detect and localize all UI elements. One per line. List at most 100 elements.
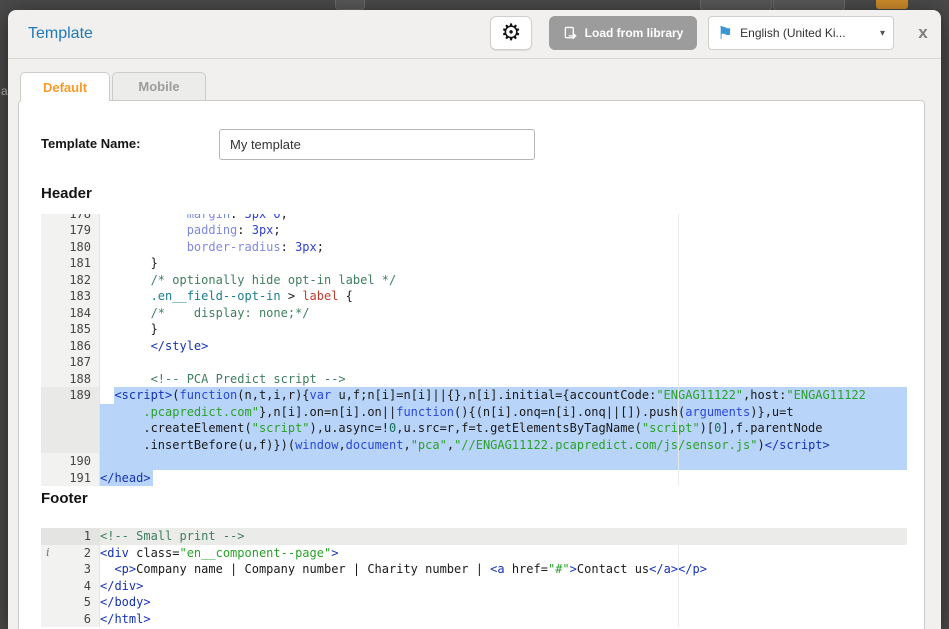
code-line[interactable]: 3 <p>Company name | Company number | Cha… — [41, 561, 907, 578]
code-text[interactable]: .createElement("script"),u.async=!0,u.sr… — [100, 420, 907, 437]
line-number[interactable]: 190 — [41, 453, 100, 470]
code-line[interactable]: 190 — [41, 453, 907, 470]
code-text[interactable]: </div> — [100, 578, 907, 595]
code-text[interactable]: } — [100, 321, 907, 338]
code-text[interactable]: /* optionally hide opt-in label */ — [100, 272, 907, 289]
code-token: ; — [317, 239, 324, 256]
code-text[interactable]: </html> — [100, 611, 907, 628]
code-line[interactable]: 5</body> — [41, 594, 907, 611]
code-text[interactable]: margin: 3px 0; — [100, 214, 907, 222]
line-number[interactable] — [41, 437, 100, 454]
code-text[interactable]: .insertBefore(u,f)})(window,document,"pc… — [100, 437, 907, 454]
code-token: )},u=t — [750, 404, 793, 421]
code-line[interactable]: 1<!-- Small print --> — [41, 528, 907, 545]
code-token: },n[i].on=n[i].on|| — [259, 404, 396, 421]
code-line[interactable]: 6</html> — [41, 611, 907, 628]
footer-code-editor[interactable]: 1<!-- Small print -->i2<div class="en__c… — [41, 528, 907, 627]
code-text[interactable]: </head> — [100, 470, 907, 487]
code-line[interactable]: 178 margin: 3px 0; — [41, 214, 907, 222]
header-code-editor[interactable]: 178 margin: 3px 0;179 padding: 3px;180 b… — [41, 214, 907, 486]
code-text[interactable]: /* display: none;*/ — [100, 305, 907, 322]
code-line[interactable]: 185 } — [41, 321, 907, 338]
code-text[interactable]: </body> — [100, 594, 907, 611]
line-number[interactable]: 183 — [41, 288, 100, 305]
code-line[interactable]: 191</head> — [41, 470, 907, 487]
selection-highlight: <script>(function(n,t,i,r){var u,f;n[i]=… — [114, 387, 907, 404]
code-text[interactable]: <div class="en__component--page"> — [100, 545, 907, 562]
code-text[interactable]: <!-- Small print --> — [100, 528, 907, 545]
code-text[interactable]: .pcapredict.com"},n[i].on=n[i].on||funct… — [100, 404, 907, 421]
template-name-input[interactable] — [219, 129, 535, 160]
line-number[interactable]: 3 — [41, 561, 100, 578]
code-line[interactable]: 4</div> — [41, 578, 907, 595]
tab-mobile[interactable]: Mobile — [112, 72, 206, 100]
code-line[interactable]: 184 /* display: none;*/ — [41, 305, 907, 322]
line-number[interactable]: 191 — [41, 470, 100, 487]
code-token: class= — [129, 545, 180, 562]
code-token: > — [331, 545, 338, 562]
line-number[interactable]: 6 — [41, 611, 100, 628]
line-number[interactable]: 184 — [41, 305, 100, 322]
line-number[interactable]: 187 — [41, 354, 100, 371]
code-line[interactable]: 182 /* optionally hide opt-in label */ — [41, 272, 907, 289]
code-text[interactable]: </style> — [100, 338, 907, 355]
code-line[interactable]: .insertBefore(u,f)})(window,document,"pc… — [41, 437, 907, 454]
close-button[interactable]: x — [905, 16, 941, 50]
code-token — [100, 214, 187, 222]
load-from-library-icon — [563, 26, 578, 41]
line-number[interactable]: 4 — [41, 578, 100, 595]
line-number[interactable]: 186 — [41, 338, 100, 355]
code-line[interactable]: 186 </style> — [41, 338, 907, 355]
code-text[interactable]: border-radius: 3px; — [100, 239, 907, 256]
code-token: "ENGAG11122" — [656, 388, 743, 402]
code-text[interactable]: padding: 3px; — [100, 222, 907, 239]
line-number[interactable]: 1 — [41, 528, 100, 545]
code-line[interactable]: 187 — [41, 354, 907, 371]
code-line[interactable]: 183 .en__field--opt-in > label { — [41, 288, 907, 305]
code-token: arguments — [685, 404, 750, 421]
code-text[interactable]: <p>Company name | Company number | Chari… — [100, 561, 907, 578]
tab-default[interactable]: Default — [20, 72, 110, 101]
line-number[interactable]: 5 — [41, 594, 100, 611]
code-token: .en__field--opt-in — [151, 288, 281, 305]
code-line[interactable]: 180 border-radius: 3px; — [41, 239, 907, 256]
line-number[interactable] — [41, 404, 100, 421]
code-token: window — [295, 437, 338, 454]
code-text[interactable]: } — [100, 255, 907, 272]
line-number[interactable]: 180 — [41, 239, 100, 256]
code-token: "#" — [548, 561, 570, 578]
code-token: , — [403, 437, 410, 454]
code-line[interactable]: 188 <!-- PCA Predict script --> — [41, 371, 907, 388]
code-text[interactable] — [100, 453, 907, 470]
code-token: "script" — [252, 420, 310, 437]
code-text[interactable]: <script>(function(n,t,i,r){var u,f;n[i]=… — [100, 387, 907, 404]
line-number[interactable] — [41, 420, 100, 437]
code-token: (n,t,i,r){ — [237, 388, 309, 402]
code-line[interactable]: .createElement("script"),u.async=!0,u.sr… — [41, 420, 907, 437]
line-number[interactable]: 182 — [41, 272, 100, 289]
code-token: <!-- Small print --> — [100, 528, 245, 545]
code-line[interactable]: 189 <script>(function(n,t,i,r){var u,f;n… — [41, 387, 907, 404]
code-text[interactable]: <!-- PCA Predict script --> — [100, 371, 907, 388]
line-number[interactable]: 185 — [41, 321, 100, 338]
code-text[interactable] — [100, 354, 907, 371]
line-number[interactable]: 181 — [41, 255, 100, 272]
code-line[interactable]: 179 padding: 3px; — [41, 222, 907, 239]
code-token: </html> — [100, 611, 151, 628]
backdrop-fragment — [335, 0, 365, 10]
load-from-library-button[interactable]: Load from library — [549, 16, 697, 50]
selection-highlight: </head> — [100, 470, 153, 487]
code-text[interactable]: .en__field--opt-in > label { — [100, 288, 907, 305]
settings-button[interactable]: ⚙ — [490, 16, 532, 50]
code-line[interactable]: 181 } — [41, 255, 907, 272]
code-line[interactable]: .pcapredict.com"},n[i].on=n[i].on||funct… — [41, 404, 907, 421]
language-select[interactable]: ⚑ English (United Ki... ▾ — [708, 16, 894, 50]
column-ruler — [678, 214, 679, 486]
line-number[interactable]: 178 — [41, 214, 100, 222]
line-number[interactable]: 179 — [41, 222, 100, 239]
line-number[interactable]: 188 — [41, 371, 100, 388]
line-number[interactable]: 189 — [41, 387, 100, 404]
line-number[interactable]: i2 — [41, 545, 100, 562]
code-line[interactable]: i2<div class="en__component--page"> — [41, 545, 907, 562]
code-token: 3px — [295, 239, 317, 256]
